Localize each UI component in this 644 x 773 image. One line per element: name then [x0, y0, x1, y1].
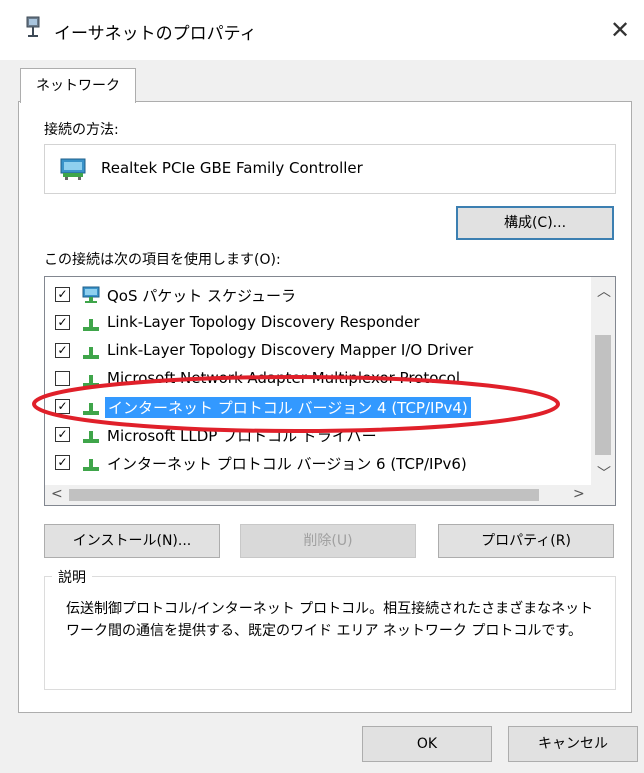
- scroll-up-icon[interactable]: ︿: [597, 281, 611, 301]
- components-list[interactable]: ✓ QoS パケット スケジューラ ✓ Link-Layer Topology …: [44, 276, 616, 506]
- item-label: QoS パケット スケジューラ: [107, 287, 296, 305]
- scroll-right-icon[interactable]: >: [573, 486, 585, 502]
- protocol-icon: [81, 453, 101, 477]
- scroll-left-icon[interactable]: <: [51, 486, 63, 502]
- connect-using-label: 接続の方法:: [44, 122, 119, 138]
- title-bar: イーサネットのプロパティ ✕: [0, 0, 644, 60]
- network-icon: [81, 285, 101, 309]
- scroll-down-icon[interactable]: ﹀: [597, 463, 611, 483]
- scroll-thumb[interactable]: [69, 489, 539, 501]
- list-item[interactable]: ✓ インターネット プロトコル バージョン 6 (TCP/IPv6): [45, 449, 591, 477]
- item-label: Microsoft Network Adapter Multiplexor Pr…: [107, 369, 460, 387]
- adapter-name: Realtek PCIe GBE Family Controller: [101, 159, 363, 177]
- adapter-box: Realtek PCIe GBE Family Controller: [44, 144, 616, 194]
- description-title: 説明: [52, 567, 92, 587]
- horizontal-scrollbar[interactable]: < >: [45, 485, 591, 505]
- item-label: インターネット プロトコル バージョン 6 (TCP/IPv6): [107, 455, 467, 473]
- item-checkbox[interactable]: ✓: [55, 287, 70, 302]
- description-text: 伝送制御プロトコル/インターネット プロトコル。相互接続されたさまざまなネットワ…: [66, 601, 594, 639]
- install-button[interactable]: インストール(N)...: [44, 524, 220, 558]
- item-checkbox[interactable]: ✓: [55, 315, 70, 330]
- cancel-button[interactable]: キャンセル: [508, 726, 638, 762]
- item-label: Link-Layer Topology Discovery Mapper I/O…: [107, 341, 474, 359]
- network-card-icon: [59, 157, 87, 185]
- network-adapter-icon: [24, 16, 42, 42]
- scroll-corner: [591, 485, 615, 505]
- configure-button[interactable]: 構成(C)...: [456, 206, 614, 240]
- item-label: Link-Layer Topology Discovery Responder: [107, 313, 420, 331]
- list-item[interactable]: ✓ Link-Layer Topology Discovery Responde…: [45, 309, 591, 337]
- ok-button[interactable]: OK: [362, 726, 492, 762]
- list-item[interactable]: ✓ Link-Layer Topology Discovery Mapper I…: [45, 337, 591, 365]
- protocol-icon: [81, 425, 101, 449]
- properties-button[interactable]: プロパティ(R): [438, 524, 614, 558]
- list-item[interactable]: Microsoft Network Adapter Multiplexor Pr…: [45, 365, 591, 393]
- items-label: この接続は次の項目を使用します(O):: [44, 252, 281, 268]
- item-checkbox[interactable]: ✓: [55, 455, 70, 470]
- close-icon: ✕: [609, 16, 631, 44]
- protocol-icon: [81, 369, 101, 393]
- protocol-icon: [81, 341, 101, 365]
- tab-network[interactable]: ネットワーク: [20, 68, 136, 103]
- item-checkbox[interactable]: ✓: [55, 427, 70, 442]
- list-item[interactable]: ✓ QoS パケット スケジューラ: [45, 281, 591, 309]
- item-label: Microsoft LLDP プロトコル ドライバー: [107, 427, 377, 445]
- vertical-scrollbar[interactable]: ︿ ﹀: [591, 277, 615, 485]
- protocol-icon: [81, 313, 101, 337]
- scroll-thumb[interactable]: [595, 335, 611, 455]
- uninstall-button[interactable]: 削除(U): [240, 524, 416, 558]
- item-checkbox[interactable]: ✓: [55, 399, 70, 414]
- window-title: イーサネットのプロパティ: [54, 24, 257, 44]
- item-checkbox[interactable]: [55, 371, 70, 386]
- close-button[interactable]: ✕: [600, 12, 640, 48]
- protocol-icon: [81, 397, 101, 421]
- item-label: インターネット プロトコル バージョン 4 (TCP/IPv4): [105, 397, 471, 418]
- list-item[interactable]: ✓ Microsoft LLDP プロトコル ドライバー: [45, 421, 591, 449]
- item-checkbox[interactable]: ✓: [55, 343, 70, 358]
- list-item-selected[interactable]: ✓ インターネット プロトコル バージョン 4 (TCP/IPv4): [45, 393, 591, 421]
